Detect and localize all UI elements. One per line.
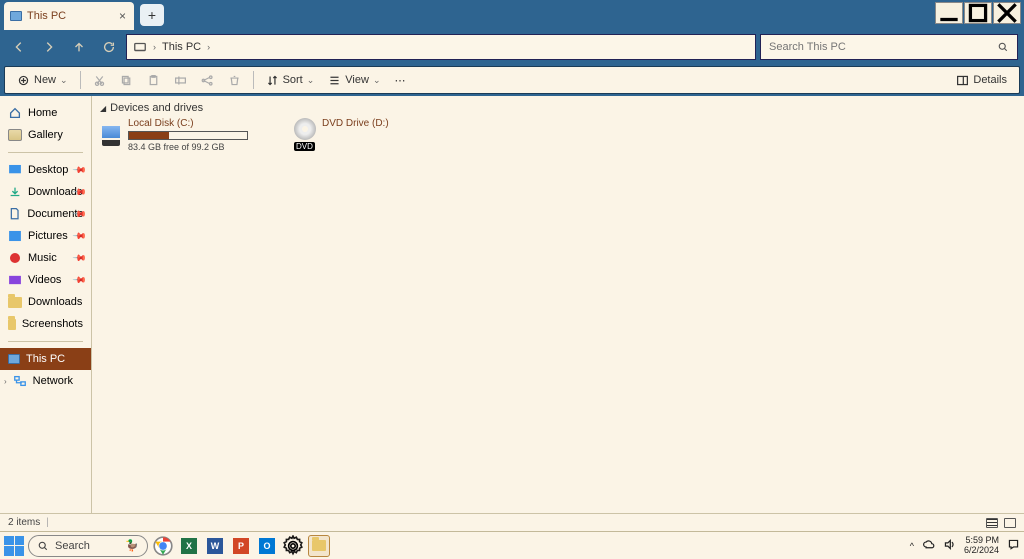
- chevron-right-icon: ›: [153, 42, 156, 52]
- sidebar: Home Gallery Desktop📌 Downloads📌 Documen…: [0, 96, 92, 513]
- taskbar-chrome[interactable]: [152, 535, 174, 557]
- sidebar-desktop[interactable]: Desktop📌: [0, 159, 91, 181]
- taskbar-word[interactable]: W: [204, 535, 226, 557]
- nav-bar: › This PC ›: [0, 30, 1024, 64]
- taskbar-excel[interactable]: X: [178, 535, 200, 557]
- system-tray: ^ 5:59 PM 6/2/2024: [910, 536, 1020, 556]
- tray-chevron-icon[interactable]: ^: [910, 541, 914, 551]
- drive-free-text: 83.4 GB free of 99.2 GB: [128, 142, 248, 152]
- download-icon: [8, 185, 22, 199]
- maximize-button[interactable]: [964, 2, 992, 24]
- address-bar[interactable]: › This PC ›: [126, 34, 756, 60]
- status-bar: 2 items |: [0, 513, 1024, 531]
- dvd-icon: DVD: [294, 118, 316, 152]
- pin-icon: 📌: [72, 228, 88, 244]
- copy-button[interactable]: [114, 69, 139, 91]
- drive-name: Local Disk (C:): [128, 118, 248, 129]
- folder-icon: [8, 319, 16, 330]
- tab-close-button[interactable]: ×: [119, 9, 126, 23]
- sidebar-music[interactable]: Music📌: [0, 247, 91, 269]
- sidebar-gallery[interactable]: Gallery: [0, 124, 91, 146]
- taskbar-explorer[interactable]: [308, 535, 330, 557]
- taskbar-powerpoint[interactable]: P: [230, 535, 252, 557]
- start-button[interactable]: [4, 536, 24, 556]
- chevron-right-icon: ›: [4, 377, 7, 386]
- pc-icon: [10, 11, 22, 21]
- music-icon: [8, 251, 22, 265]
- drive-icon: [100, 118, 122, 146]
- tray-volume-icon[interactable]: [943, 538, 956, 553]
- tray-notifications-icon[interactable]: [1007, 538, 1020, 553]
- network-icon: [13, 374, 27, 388]
- folder-icon: [312, 540, 326, 551]
- pictures-icon: [8, 229, 22, 243]
- sidebar-network[interactable]: ›Network: [0, 370, 91, 392]
- address-location: This PC: [162, 41, 201, 53]
- sidebar-this-pc[interactable]: This PC: [0, 348, 91, 370]
- home-icon: [8, 106, 22, 120]
- close-button[interactable]: [993, 2, 1021, 24]
- up-button[interactable]: [66, 34, 92, 60]
- folder-icon: [8, 297, 22, 308]
- desktop-icon: [8, 163, 22, 177]
- group-header[interactable]: ◢ Devices and drives: [100, 102, 1016, 114]
- search-box[interactable]: [760, 34, 1018, 60]
- tab-title: This PC: [27, 10, 66, 22]
- command-bar: New ⌄ Sort⌄ View⌄ ⋯ Details: [4, 66, 1020, 94]
- paste-button[interactable]: [141, 69, 166, 91]
- minimize-button[interactable]: [935, 2, 963, 24]
- view-button[interactable]: View⌄: [322, 69, 386, 91]
- share-button[interactable]: [195, 69, 220, 91]
- sidebar-downloads-folder[interactable]: Downloads: [0, 291, 91, 313]
- document-icon: [8, 207, 21, 221]
- tray-cloud-icon[interactable]: [922, 538, 935, 553]
- window-tab[interactable]: This PC ×: [4, 2, 134, 30]
- taskbar: Search 🦆 X W P O ^ 5:59 PM 6/2/2024: [0, 531, 1024, 559]
- refresh-button[interactable]: [96, 34, 122, 60]
- item-count: 2 items: [8, 517, 40, 528]
- sidebar-documents[interactable]: Documents📌: [0, 203, 91, 225]
- new-tab-button[interactable]: +: [140, 4, 164, 26]
- drive-dvd-d[interactable]: DVD DVD Drive (D:): [294, 118, 464, 152]
- delete-button[interactable]: [222, 69, 247, 91]
- taskbar-search[interactable]: Search 🦆: [28, 535, 148, 557]
- chevron-right-icon: ›: [207, 42, 210, 52]
- capacity-bar: [128, 131, 248, 140]
- gallery-icon: [8, 129, 22, 141]
- drive-local-c[interactable]: Local Disk (C:) 83.4 GB free of 99.2 GB: [100, 118, 270, 152]
- details-view-toggle[interactable]: [986, 518, 998, 528]
- sidebar-screenshots[interactable]: Screenshots: [0, 313, 91, 335]
- tray-clock[interactable]: 5:59 PM 6/2/2024: [964, 536, 999, 556]
- sidebar-downloads[interactable]: Downloads📌: [0, 181, 91, 203]
- forward-button[interactable]: [36, 34, 62, 60]
- pin-icon: 📌: [72, 162, 88, 178]
- pc-icon: [8, 354, 20, 364]
- sidebar-home[interactable]: Home: [0, 102, 91, 124]
- taskbar-outlook[interactable]: O: [256, 535, 278, 557]
- taskbar-settings[interactable]: [282, 535, 304, 557]
- cut-button[interactable]: [87, 69, 112, 91]
- more-button[interactable]: ⋯: [389, 69, 412, 91]
- title-bar: This PC × +: [0, 0, 1024, 30]
- pin-icon: 📌: [72, 250, 88, 266]
- videos-icon: [8, 273, 22, 287]
- pin-icon: 📌: [72, 272, 88, 288]
- search-input[interactable]: [769, 41, 997, 53]
- details-pane-button[interactable]: Details: [950, 69, 1013, 91]
- sort-button[interactable]: Sort⌄: [260, 69, 321, 91]
- sidebar-pictures[interactable]: Pictures📌: [0, 225, 91, 247]
- rename-button[interactable]: [168, 69, 193, 91]
- tiles-view-toggle[interactable]: [1004, 518, 1016, 528]
- back-button[interactable]: [6, 34, 32, 60]
- main-content: ◢ Devices and drives Local Disk (C:) 83.…: [92, 96, 1024, 513]
- new-button[interactable]: New ⌄: [11, 69, 74, 91]
- drive-name: DVD Drive (D:): [322, 118, 389, 152]
- window-controls: [935, 0, 1024, 24]
- sidebar-videos[interactable]: Videos📌: [0, 269, 91, 291]
- collapse-icon: ◢: [100, 104, 106, 113]
